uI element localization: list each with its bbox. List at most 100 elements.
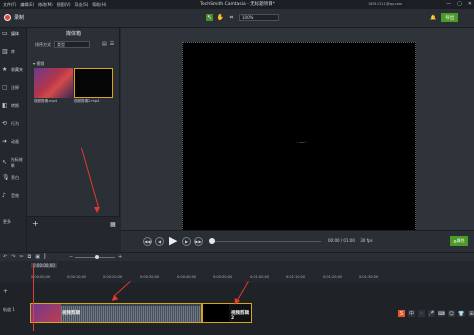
- timeline-clip[interactable]: 视频剪辑: [30, 303, 202, 323]
- notification-icon[interactable]: 🔔: [430, 15, 436, 21]
- sort-select[interactable]: 类型: [54, 41, 90, 48]
- copy-icon[interactable]: ⧉: [28, 254, 32, 260]
- sidebar-item-narration[interactable]: 🎙 旁白: [2, 175, 19, 181]
- step-back-button[interactable]: ◀◀: [143, 237, 152, 246]
- sidebar-item-library[interactable]: ▥ 库: [2, 49, 15, 55]
- play-button[interactable]: ▶: [169, 235, 179, 247]
- microphone-icon[interactable]: 🎤: [428, 310, 435, 317]
- media-bin-panel: 媒体箱 排序方式 类型 ▤ ☰ ▾ 视频 视频剪辑.mp4 视频剪辑2.mp4: [27, 28, 120, 230]
- sidebar-item-favorites[interactable]: ★ 收藏夹: [2, 67, 23, 73]
- timeline-clip-selected[interactable]: 视频剪辑2: [202, 303, 252, 323]
- properties-button[interactable]: ⚙ 属性: [450, 236, 468, 246]
- sidebar-item-transitions[interactable]: ◧ 转换: [2, 103, 19, 109]
- add-media-icon[interactable]: +: [32, 219, 39, 228]
- canvas-center-handle[interactable]: ◦—◦: [296, 140, 307, 146]
- media-item[interactable]: 视频剪辑.mp4: [34, 68, 73, 105]
- pan-tool-icon[interactable]: ✋: [217, 14, 224, 21]
- sidebar-item-behaviors[interactable]: ⟲ 行为: [2, 121, 19, 127]
- annotation-arrowhead: [94, 207, 100, 213]
- menu-help[interactable]: 帮助(H): [92, 2, 106, 8]
- media-icon: ▭: [2, 30, 8, 37]
- previous-frame-button[interactable]: ◀: [155, 237, 164, 246]
- select-tool-icon[interactable]: ↖: [206, 14, 213, 21]
- section-label: 视频: [36, 61, 45, 66]
- paste-icon[interactable]: ▣: [35, 254, 40, 260]
- scrub-handle[interactable]: [209, 238, 215, 244]
- zoom-in-icon[interactable]: +: [118, 254, 122, 260]
- ruler-tick-label: 0:00:40;00: [177, 275, 197, 279]
- annotation-icon: ▢: [2, 84, 8, 91]
- sidebar-item-media[interactable]: ▭ 媒体: [2, 31, 19, 37]
- list-view-icon[interactable]: ☰: [110, 41, 114, 47]
- sidebar-item-cursor-effects[interactable]: ↖ 光标效果: [2, 157, 26, 169]
- undo-icon[interactable]: ↶: [3, 254, 7, 260]
- cut-icon[interactable]: ✂: [19, 254, 23, 260]
- media-thumbnail: [74, 68, 113, 98]
- panel-title: 媒体箱: [65, 31, 81, 37]
- ruler-tick-label: 0:01:00;00: [250, 275, 270, 279]
- minimize-button[interactable]: —: [446, 1, 451, 7]
- sidebar-item-label: 动画: [11, 139, 19, 144]
- next-frame-button[interactable]: ▶: [182, 237, 191, 246]
- close-button[interactable]: ✕: [468, 1, 472, 7]
- canvas-tools: ↖ ✋ ⌗ 100%: [206, 14, 279, 21]
- bin-footer: + ▦: [27, 216, 120, 230]
- playhead[interactable]: [33, 264, 34, 331]
- maximize-button[interactable]: ▢: [457, 1, 462, 7]
- share-button[interactable]: 导出: [441, 13, 459, 22]
- menu-export[interactable]: 导出(S): [75, 2, 89, 8]
- window-title: TechSmith Camtasia - 无标题项目*: [200, 2, 276, 7]
- chinese-input-icon[interactable]: 中: [408, 310, 415, 317]
- menu-file[interactable]: 文件(F): [3, 2, 16, 8]
- details-view-icon[interactable]: ▤: [102, 41, 107, 47]
- fps-readout: 30 fps: [360, 238, 373, 243]
- record-button[interactable]: 录制: [4, 14, 24, 21]
- record-label: 录制: [14, 15, 25, 21]
- user-icon[interactable]: ☺: [448, 310, 455, 317]
- menu-modify[interactable]: 修改(M): [38, 2, 53, 8]
- menu-bar: 文件(F) 编辑(E) 修改(M) 视图(V) 导出(S) 帮助(H): [0, 2, 106, 8]
- account-email[interactable]: 18911211@qq.com: [368, 2, 402, 6]
- view-toggle: ▤ ☰: [102, 41, 114, 47]
- zoom-select[interactable]: 100%: [239, 14, 279, 21]
- shirt-icon[interactable]: 👕: [458, 310, 465, 317]
- split-icon[interactable]: ⫿: [44, 254, 46, 260]
- ruler-tick-label: 0:01:30;00: [359, 275, 379, 279]
- more-button[interactable]: 更多: [3, 219, 11, 225]
- timeline-ruler[interactable]: 0:00:00;00 0:00:00;00 0:00:10;00 0:00:20…: [0, 261, 474, 283]
- sidebar-item-annotations[interactable]: ▢ 注释: [2, 85, 19, 91]
- ruler-tick-label: 0:01:20;00: [323, 275, 343, 279]
- step-forward-icon: ▶▶: [195, 239, 202, 244]
- section-video[interactable]: ▾ 视频: [33, 61, 44, 67]
- media-item-selected[interactable]: 视频剪辑2.mp4: [74, 68, 113, 105]
- sidebar-item-audio-effects[interactable]: ♪ 音效: [2, 193, 19, 199]
- step-forward-button[interactable]: ▶▶: [194, 237, 203, 246]
- crop-tool-icon[interactable]: ⌗: [228, 14, 235, 21]
- timeline-zoom-handle[interactable]: [95, 255, 99, 259]
- keyboard-icon[interactable]: ⌨: [438, 310, 445, 317]
- sidebar-item-label: 注释: [11, 85, 19, 90]
- redo-icon[interactable]: ↷: [11, 254, 15, 260]
- sidebar-item-label: 旁白: [11, 175, 19, 180]
- add-track-icon[interactable]: +: [3, 288, 8, 295]
- playhead-time: 0:00:00;00: [31, 263, 57, 268]
- playback-time: 00:00 / 01:00 30 fps: [328, 238, 373, 243]
- narration-icon: 🎙: [2, 174, 10, 181]
- sidebar-item-label: 音效: [11, 193, 19, 198]
- menu-edit[interactable]: 编辑(E): [20, 2, 34, 8]
- punctuation-icon[interactable]: ◦: [418, 310, 425, 317]
- menu-view[interactable]: 视图(V): [57, 2, 71, 8]
- grid-icon[interactable]: ⊞: [468, 310, 474, 317]
- properties-label: 属性: [456, 238, 465, 243]
- media-caption: 视频剪辑.mp4: [34, 99, 57, 103]
- play-icon: ▶: [169, 234, 178, 247]
- sidebar-item-animations[interactable]: ➜ 动画: [2, 139, 19, 145]
- grid-view-icon[interactable]: ▦: [110, 221, 116, 228]
- track-label: 轨道 1: [3, 307, 15, 312]
- audio-effect-icon: ♪: [2, 192, 6, 199]
- input-method-icon[interactable]: S: [398, 310, 405, 317]
- sidebar-item-label: 转换: [11, 103, 19, 108]
- scrub-track[interactable]: [211, 241, 321, 242]
- zoom-out-icon[interactable]: −: [69, 254, 73, 260]
- preview-canvas[interactable]: ◦—◦: [182, 42, 416, 241]
